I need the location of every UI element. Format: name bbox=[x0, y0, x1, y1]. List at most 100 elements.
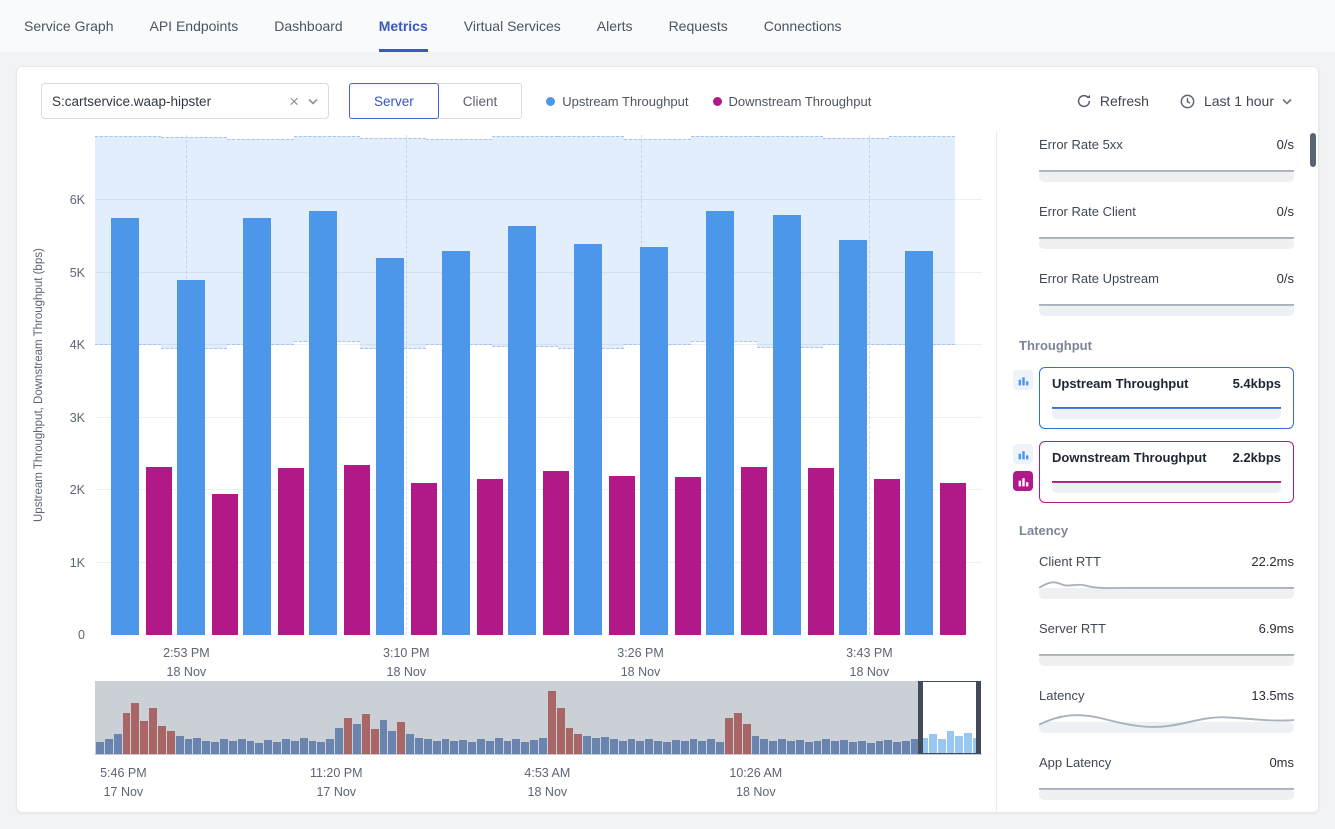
upstream-bar[interactable] bbox=[839, 240, 867, 635]
metrics-list: Error Rate 5xx0/s Error Rate Client0/s Err… bbox=[1013, 137, 1310, 812]
downstream-bar[interactable] bbox=[609, 476, 635, 635]
upstream-bar[interactable] bbox=[111, 218, 139, 635]
upstream-bar[interactable] bbox=[773, 215, 801, 635]
refresh-button[interactable]: Refresh bbox=[1076, 93, 1149, 109]
service-select-value: S:cartservice.waap-hipster bbox=[52, 94, 289, 109]
bar-group bbox=[839, 240, 900, 635]
downstream-bar[interactable] bbox=[808, 468, 834, 635]
upstream-bar[interactable] bbox=[574, 244, 602, 635]
bar-chart-icon[interactable] bbox=[1013, 370, 1033, 390]
metric-value: 0/s bbox=[1277, 137, 1294, 152]
downstream-bar[interactable] bbox=[212, 494, 238, 635]
nav-item-service-graph[interactable]: Service Graph bbox=[24, 0, 113, 52]
nav-item-metrics[interactable]: Metrics bbox=[379, 0, 428, 52]
client-toggle-button[interactable]: Client bbox=[438, 83, 523, 119]
metric-row[interactable]: Error Rate Client0/s bbox=[1039, 204, 1294, 249]
y-axis-label: Upstream Throughput, Downstream Throughp… bbox=[27, 135, 51, 635]
x-axis-tick-label: 3:43 PM18 Nov bbox=[846, 635, 893, 683]
downstream-bar[interactable] bbox=[874, 479, 900, 635]
upstream-bar[interactable] bbox=[442, 251, 470, 635]
bar-chart-icon[interactable] bbox=[1013, 471, 1033, 491]
chart-type-icons bbox=[1013, 367, 1033, 390]
metric-row[interactable]: Error Rate 5xx0/s bbox=[1039, 137, 1294, 182]
nav-item-api-endpoints[interactable]: API Endpoints bbox=[149, 0, 238, 52]
y-axis-tick-label: 6K bbox=[70, 193, 85, 207]
server-toggle-button[interactable]: Server bbox=[349, 83, 439, 119]
bar-group bbox=[243, 218, 304, 635]
legend-item-downstream[interactable]: Downstream Throughput bbox=[713, 94, 872, 109]
downstream-bar[interactable] bbox=[146, 467, 172, 635]
y-axis-tick-label: 5K bbox=[70, 266, 85, 280]
metric-card[interactable]: Downstream Throughput2.2kbps bbox=[1039, 441, 1294, 503]
nav-item-virtual-services[interactable]: Virtual Services bbox=[464, 0, 561, 52]
upstream-bar[interactable] bbox=[376, 258, 404, 635]
metrics-panel: S:cartservice.waap-hipster × Server Clie… bbox=[16, 66, 1319, 813]
bar-group bbox=[376, 258, 437, 635]
upstream-bar[interactable] bbox=[508, 226, 536, 635]
bar-chart-icon[interactable] bbox=[1013, 444, 1033, 464]
metric-card[interactable]: Upstream Throughput5.4kbps bbox=[1039, 367, 1294, 429]
upstream-bar[interactable] bbox=[309, 211, 337, 635]
x-axis-tick-label: 2:53 PM18 Nov bbox=[163, 635, 210, 683]
legend-dot-downstream bbox=[713, 97, 722, 106]
brush-axis: 5:46 PM17 Nov11:20 PM17 Nov4:53 AM18 Nov… bbox=[95, 755, 982, 797]
sparkline bbox=[1039, 292, 1294, 316]
legend-label-upstream: Upstream Throughput bbox=[562, 94, 688, 109]
legend-item-upstream[interactable]: Upstream Throughput bbox=[546, 94, 688, 109]
bar-chart-glyph bbox=[1017, 475, 1030, 488]
nav-item-connections[interactable]: Connections bbox=[764, 0, 842, 52]
upstream-bar[interactable] bbox=[640, 247, 668, 635]
sparkline bbox=[1039, 776, 1294, 800]
brush-tick-label: 10:26 AM18 Nov bbox=[729, 755, 782, 803]
metric-label: Downstream Throughput bbox=[1052, 450, 1207, 465]
brush-handle-left[interactable] bbox=[918, 681, 923, 754]
upstream-bar[interactable] bbox=[243, 218, 271, 635]
chart-column: Upstream Throughput, Downstream Throughp… bbox=[17, 131, 996, 812]
sparkline bbox=[1039, 709, 1294, 733]
metric-row[interactable]: Latency13.5ms bbox=[1039, 688, 1294, 733]
brush-tick-label: 4:53 AM18 Nov bbox=[524, 755, 570, 803]
downstream-bar[interactable] bbox=[675, 477, 701, 635]
bar-chart-glyph bbox=[1017, 448, 1030, 461]
clear-icon[interactable]: × bbox=[289, 93, 299, 110]
metric-row[interactable]: Server RTT6.9ms bbox=[1039, 621, 1294, 666]
upstream-bar[interactable] bbox=[706, 211, 734, 635]
downstream-bar[interactable] bbox=[543, 471, 569, 635]
downstream-bar[interactable] bbox=[344, 465, 370, 635]
upstream-bar[interactable] bbox=[177, 280, 205, 635]
nav-item-requests[interactable]: Requests bbox=[669, 0, 728, 52]
metric-label: Latency bbox=[1039, 688, 1085, 703]
page: { "nav": { "items": [ {"label": "Service… bbox=[0, 0, 1335, 829]
metric-card-row: Upstream Throughput5.4kbps bbox=[1013, 367, 1294, 429]
nav-item-dashboard[interactable]: Dashboard bbox=[274, 0, 343, 52]
sparkline bbox=[1039, 575, 1294, 599]
metric-card-row: Downstream Throughput2.2kbps bbox=[1013, 441, 1294, 503]
metric-row[interactable]: App Latency0ms bbox=[1039, 755, 1294, 800]
time-range-selector[interactable]: Last 1 hour bbox=[1179, 93, 1292, 110]
downstream-bar[interactable] bbox=[940, 483, 966, 635]
chevron-down-icon[interactable] bbox=[308, 98, 318, 105]
upstream-bar[interactable] bbox=[905, 251, 933, 635]
bar-group bbox=[574, 244, 635, 635]
metrics-sidebar: Error Rate 5xx0/s Error Rate Client0/s Err… bbox=[996, 131, 1318, 812]
scrollbar-thumb[interactable] bbox=[1310, 133, 1316, 167]
brush-handle-right[interactable] bbox=[976, 681, 981, 754]
bar-group bbox=[640, 247, 701, 635]
sparkline bbox=[1039, 642, 1294, 666]
nav-item-alerts[interactable]: Alerts bbox=[597, 0, 633, 52]
service-select[interactable]: S:cartservice.waap-hipster × bbox=[41, 83, 329, 119]
metric-row[interactable]: Error Rate Upstream0/s bbox=[1039, 271, 1294, 316]
throughput-bar-chart[interactable] bbox=[95, 135, 982, 635]
mode-toggle-group: Server Client bbox=[349, 83, 522, 119]
time-brush[interactable] bbox=[95, 681, 982, 755]
sparkline bbox=[1052, 469, 1281, 493]
x-axis-tick-label: 3:10 PM18 Nov bbox=[383, 635, 430, 683]
downstream-bar[interactable] bbox=[411, 483, 437, 635]
downstream-bar[interactable] bbox=[477, 479, 503, 635]
y-axis-tick-label: 4K bbox=[70, 338, 85, 352]
downstream-bar[interactable] bbox=[278, 468, 304, 635]
metric-row[interactable]: Client RTT22.2ms bbox=[1039, 554, 1294, 599]
downstream-bar[interactable] bbox=[741, 467, 767, 635]
chart-type-icons bbox=[1013, 441, 1033, 491]
metric-value: 0/s bbox=[1277, 204, 1294, 219]
